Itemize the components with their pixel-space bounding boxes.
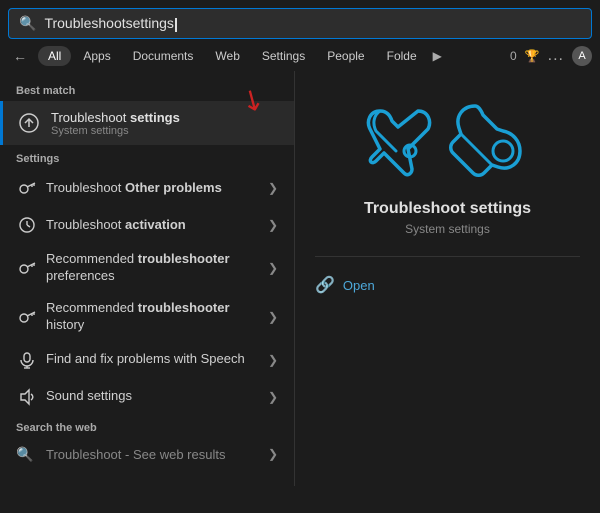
web-chevron-icon: ❯: [268, 447, 278, 461]
best-match-subtitle: System settings: [51, 125, 282, 137]
chevron-icon-4: ❯: [268, 310, 278, 324]
best-match-item[interactable]: Troubleshoot settings System settings ↘: [0, 101, 294, 145]
item5-prefix: Find and fix problems with Speech: [46, 351, 245, 366]
web-search-text: Troubleshoot - See web results: [46, 447, 225, 462]
nav-trophy-icon: 🏆: [525, 49, 540, 63]
list-item-text-4: Recommended troubleshooter history: [46, 300, 268, 334]
list-item-speech[interactable]: Find and fix problems with Speech ❯: [4, 342, 290, 378]
tab-documents[interactable]: Documents: [123, 46, 204, 66]
web-text-main: Troubleshoot: [46, 447, 121, 462]
left-panel: Best match Troubleshoot settings System …: [0, 71, 295, 486]
nav-count: 0: [510, 49, 517, 63]
list-item-text-2: Troubleshoot activation: [46, 217, 268, 234]
item3-suffix: preferences: [46, 268, 115, 283]
nav-right: 0 🏆 ... A: [510, 46, 592, 66]
best-match-icon: [15, 109, 43, 137]
key-icon-1: [16, 177, 38, 199]
wrench-icon: [360, 101, 440, 181]
search-query-prefix: Troubleshoot: [44, 15, 125, 31]
web-section-label: Search the web: [0, 416, 294, 438]
more-tabs-button[interactable]: ▶: [429, 46, 446, 66]
list-item-recommended-history[interactable]: Recommended troubleshooter history ❯: [4, 293, 290, 341]
list-item-troubleshoot-other[interactable]: Troubleshoot Other problems ❯: [4, 170, 290, 206]
key-icon-3: [16, 257, 38, 279]
chevron-icon-6: ❯: [268, 390, 278, 404]
list-item-text-6: Sound settings: [46, 388, 268, 405]
nav-more-button[interactable]: ...: [548, 47, 564, 65]
search-query-suffix: settings: [126, 15, 174, 31]
search-cursor: [175, 18, 177, 32]
chevron-icon-2: ❯: [268, 218, 278, 232]
open-button[interactable]: 🔗 Open: [315, 271, 375, 299]
chevron-icon-1: ❯: [268, 181, 278, 195]
item4-suffix: history: [46, 317, 84, 332]
item3-prefix: Recommended: [46, 251, 138, 266]
list-item-recommended-pref[interactable]: Recommended troubleshooter preferences ❯: [4, 244, 290, 292]
search-bar[interactable]: 🔍 Troubleshootsettings: [8, 8, 592, 39]
list-item-troubleshoot-activation[interactable]: Troubleshoot activation ❯: [4, 207, 290, 243]
mic-icon-5: [16, 349, 38, 371]
item1-bold: Other problems: [125, 180, 222, 195]
right-panel: Troubleshoot settings System settings 🔗 …: [295, 71, 600, 486]
settings-section-label: Settings: [0, 147, 294, 169]
list-item-text-3: Recommended troubleshooter preferences: [46, 251, 268, 285]
best-match-title-bold: settings: [130, 110, 180, 125]
item2-bold: activation: [125, 217, 186, 232]
open-label: Open: [343, 278, 375, 293]
item2-prefix: Troubleshoot: [46, 217, 125, 232]
list-item-sound[interactable]: Sound settings ❯: [4, 379, 290, 415]
tab-web[interactable]: Web: [205, 46, 249, 66]
item6-prefix: Sound settings: [46, 388, 132, 403]
tab-settings[interactable]: Settings: [252, 46, 315, 66]
list-item-text-1: Troubleshoot Other problems: [46, 180, 268, 197]
best-match-label: Best match: [0, 79, 294, 101]
divider: [315, 256, 580, 257]
main-layout: Best match Troubleshoot settings System …: [0, 71, 600, 486]
sound-icon-6: [16, 386, 38, 408]
key-icon-4: [16, 306, 38, 328]
web-search-icon: 🔍: [16, 446, 38, 463]
search-input[interactable]: Troubleshootsettings: [44, 15, 581, 31]
nav-tabs: ← All Apps Documents Web Settings People…: [0, 39, 600, 67]
right-icon-wrap: [360, 101, 534, 186]
search-icon: 🔍: [19, 15, 36, 32]
right-subtitle: System settings: [405, 222, 490, 236]
item4-bold: troubleshooter: [138, 300, 230, 315]
tab-all[interactable]: All: [38, 46, 71, 66]
best-match-text: Troubleshoot settings System settings: [51, 110, 282, 137]
item3-bold: troubleshooter: [138, 251, 230, 266]
chevron-icon-5: ❯: [268, 353, 278, 367]
item4-prefix: Recommended: [46, 300, 138, 315]
best-match-title-prefix: Troubleshoot: [51, 110, 130, 125]
list-item-text-5: Find and fix problems with Speech: [46, 351, 268, 368]
back-button[interactable]: ←: [8, 45, 32, 67]
clock-icon-2: [16, 214, 38, 236]
open-icon: 🔗: [315, 275, 335, 295]
right-title: Troubleshoot settings: [364, 200, 531, 218]
tab-people[interactable]: People: [317, 46, 374, 66]
item1-prefix: Troubleshoot: [46, 180, 125, 195]
avatar[interactable]: A: [572, 46, 592, 66]
tab-apps[interactable]: Apps: [73, 46, 120, 66]
web-search-item[interactable]: 🔍 Troubleshoot - See web results ❯: [4, 439, 290, 470]
web-text-suffix: - See web results: [121, 447, 225, 462]
chevron-icon-3: ❯: [268, 261, 278, 275]
tab-folders[interactable]: Folde: [377, 46, 427, 66]
wrench-icon-main: [445, 91, 535, 181]
